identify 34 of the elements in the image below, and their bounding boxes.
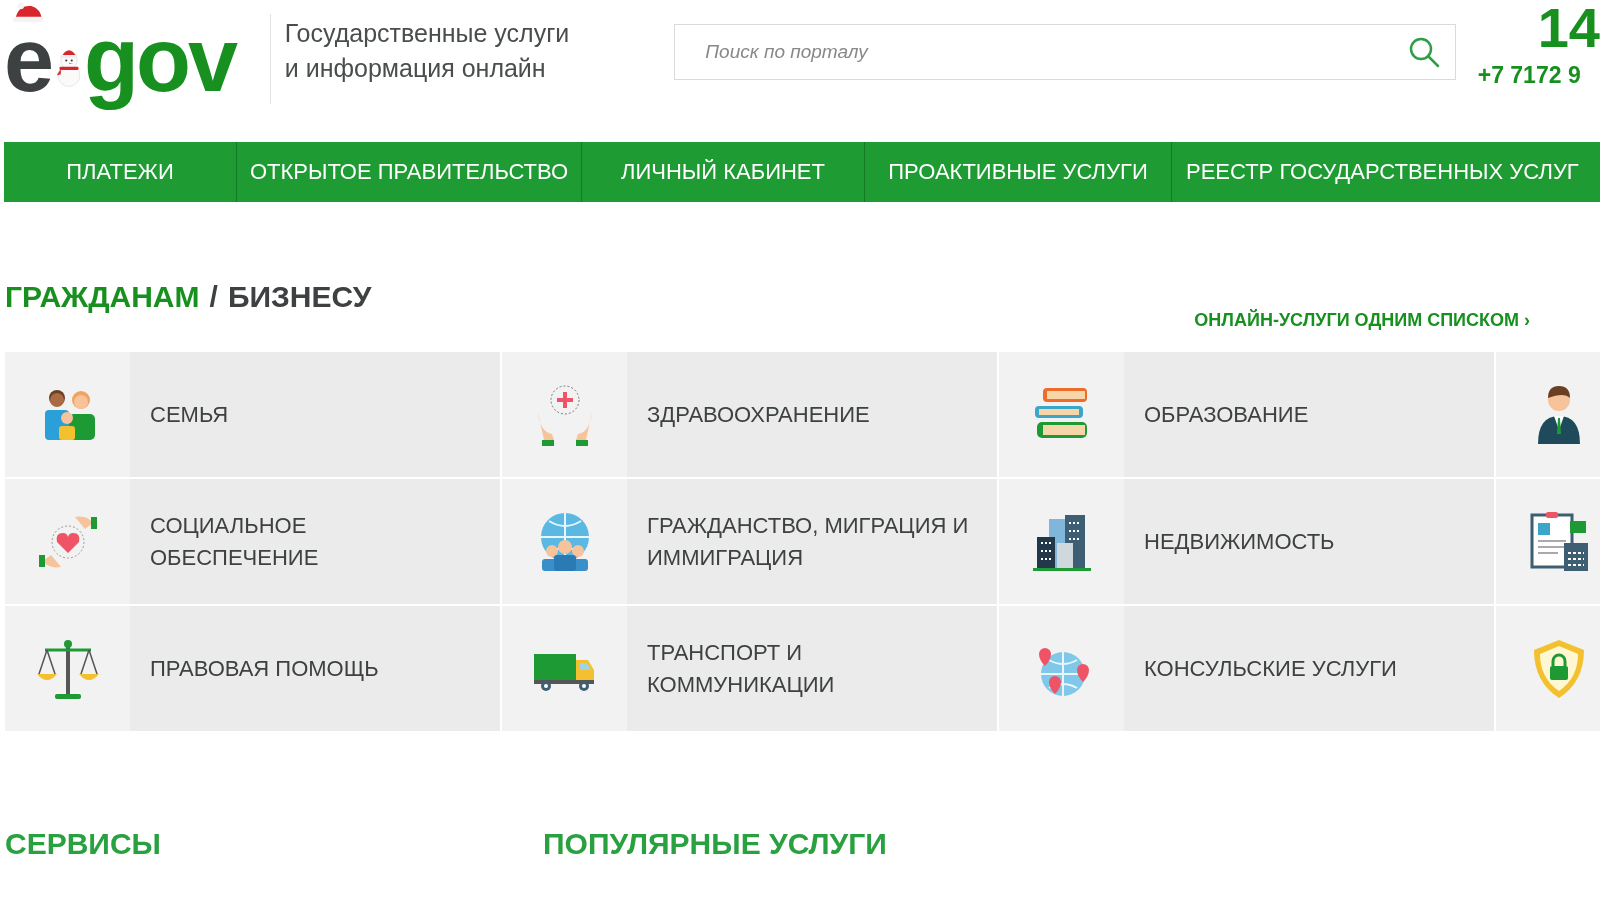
category-label: НЕДВИЖИМОСТЬ bbox=[1143, 527, 1336, 556]
section-title[interactable]: БИЗНЕСУ bbox=[227, 280, 372, 314]
category-label: КОНСУЛЬСКИЕ УСЛУГИ bbox=[1143, 654, 1398, 683]
phone-number[interactable]: +7 7172 9 bbox=[1477, 62, 1581, 89]
hotline-number[interactable]: 14 bbox=[1537, 0, 1600, 56]
category-label: ПРАВОВАЯ ПОМОЩЬ bbox=[149, 654, 380, 683]
category-label: ЗДРАВООХРАНЕНИЕ bbox=[646, 400, 871, 429]
all-services-link[interactable]: ОНЛАЙН-УСЛУГИ ОДНИМ СПИСКОМ › bbox=[1194, 310, 1530, 331]
category-label: ТРАНСПОРТ И КОММУНИКАЦИИ bbox=[646, 638, 836, 699]
logo-letter[interactable]: e bbox=[4, 27, 55, 93]
category-card[interactable]: СЕМЬЯ bbox=[5, 352, 500, 477]
category-card[interactable]: ОБРАЗОВАНИЕ bbox=[999, 352, 1494, 477]
category-card[interactable]: ПРАВОВАЯ ПОМОЩЬ bbox=[5, 606, 500, 731]
category-label: ОБРАЗОВАНИЕ bbox=[1143, 400, 1310, 429]
category-label: СЕМЬЯ bbox=[149, 400, 230, 429]
logo-text[interactable]: gov bbox=[84, 6, 236, 114]
site-tagline: Государственные услуги и информация онлайн bbox=[284, 18, 571, 84]
category-card[interactable]: ТРАНСПОРТ И КОММУНИКАЦИИ bbox=[502, 606, 997, 731]
section-heading: ПОПУЛЯРНЫЕ УСЛУГИ bbox=[543, 827, 887, 861]
category-card[interactable]: НЕДВИЖИМОСТЬ bbox=[999, 479, 1494, 604]
nav-item[interactable]: ОТКРЫТОЕ ПРАВИТЕЛЬСТВО bbox=[237, 142, 582, 202]
category-label: ГРАЖДАНСТВО, МИГРАЦИЯ И ИММИГРАЦИЯ bbox=[646, 511, 970, 572]
nav-item[interactable]: РЕЕСТР ГОСУДАРСТВЕННЫХ УСЛУГ bbox=[1172, 142, 1600, 202]
nav-item[interactable]: ПЛАТЕЖИ bbox=[4, 142, 237, 202]
category-card[interactable]: СОЦИАЛЬНОЕ ОБЕСПЕЧЕНИЕ bbox=[5, 479, 500, 604]
section-title[interactable]: ГРАЖДАНАМ bbox=[5, 280, 200, 314]
category-card[interactable]: ГРАЖДАНСТВО, МИГРАЦИЯ И ИММИГРАЦИЯ bbox=[502, 479, 997, 604]
nav-item[interactable]: ПРОАКТИВНЫЕ УСЛУГИ bbox=[865, 142, 1172, 202]
category-card[interactable]: КОНСУЛЬСКИЕ УСЛУГИ bbox=[999, 606, 1494, 731]
section-heading: СЕРВИСЫ bbox=[5, 827, 162, 861]
nav-item[interactable]: ЛИЧНЫЙ КАБИНЕТ bbox=[582, 142, 865, 202]
category-card[interactable]: ЗДРАВООХРАНЕНИЕ bbox=[502, 352, 997, 477]
category-label: СОЦИАЛЬНОЕ ОБЕСПЕЧЕНИЕ bbox=[149, 511, 320, 572]
title-separator: / bbox=[209, 280, 218, 314]
